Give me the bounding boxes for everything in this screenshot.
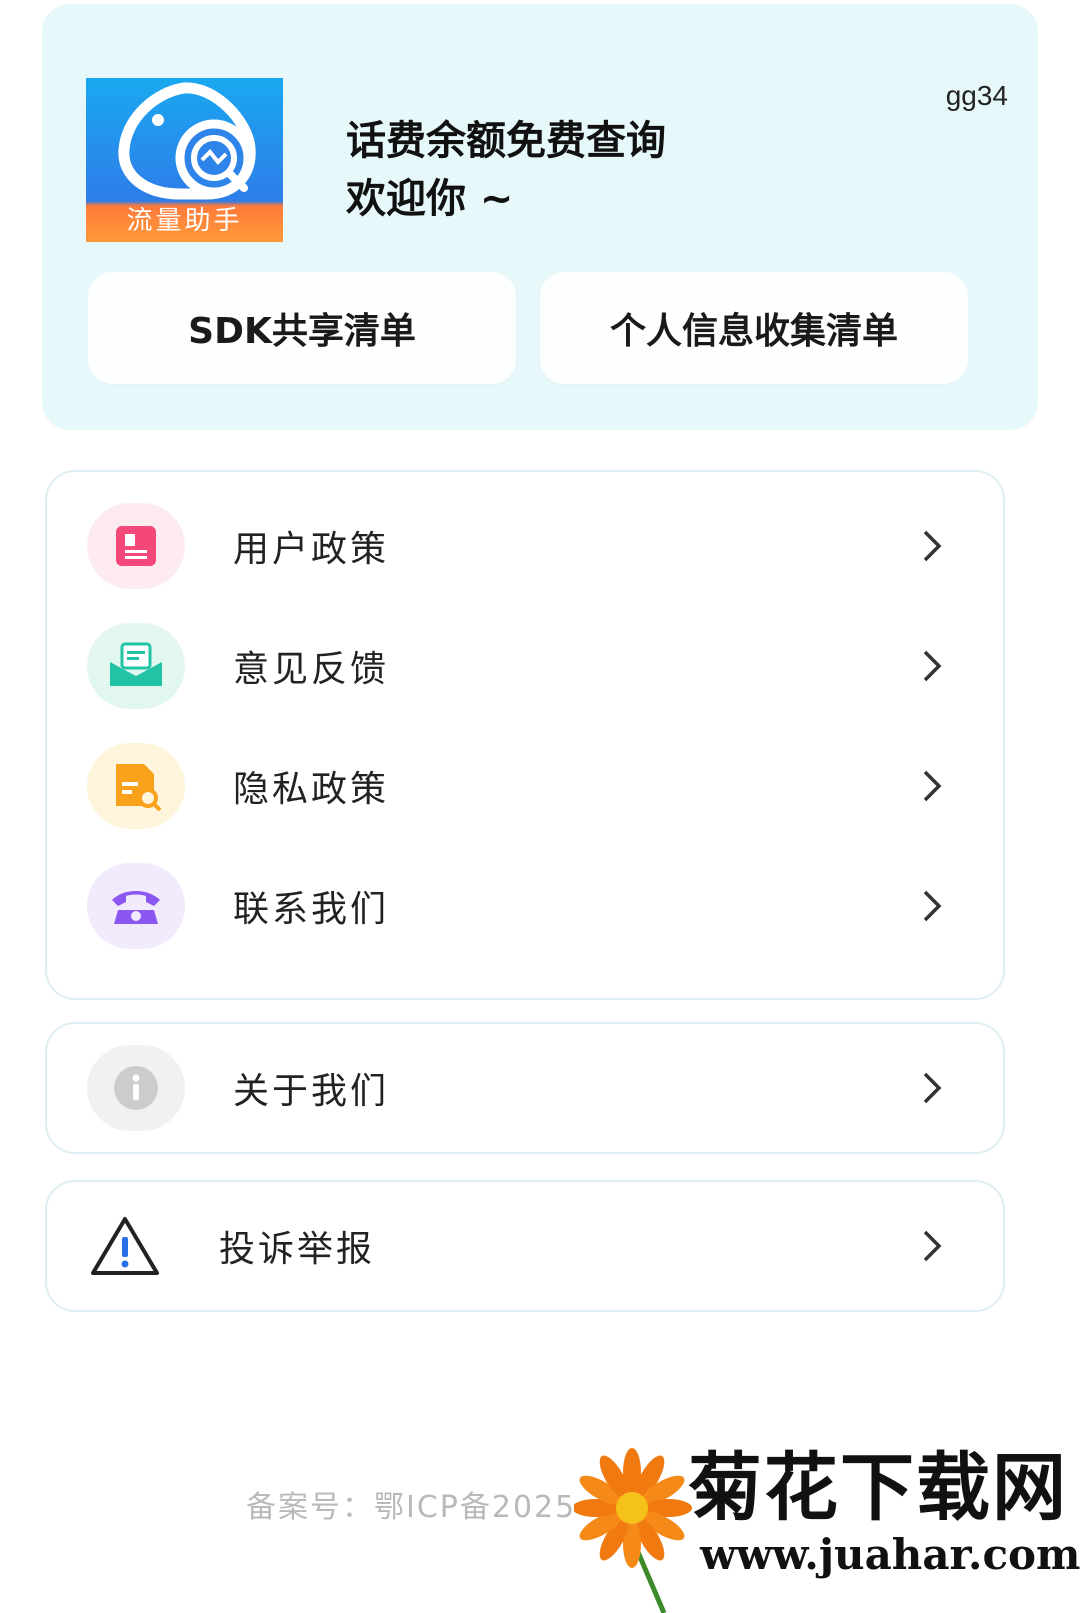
personal-info-list-button[interactable]: 个人信息收集清单 — [540, 272, 968, 384]
report-card[interactable]: 投诉举报 — [45, 1180, 1005, 1312]
user-policy-icon — [87, 503, 185, 589]
logo-text: 流量助手 — [126, 206, 243, 236]
menu-item-report[interactable]: 投诉举报 — [47, 1194, 1003, 1298]
chevron-right-icon — [923, 1072, 942, 1104]
chevron-right-icon — [923, 890, 942, 922]
menu-item-about[interactable]: 关于我们 — [47, 1036, 1003, 1140]
menu-item-user-policy[interactable]: 用户政策 — [47, 494, 1003, 598]
profile-page: 流量助手 gg34 话费余额免费查询 欢迎你 ~ SDK共享清单 个人信息收集清… — [0, 0, 1080, 1613]
menu-card: 用户政策 意见反馈 隐私政策 联系我们 — [45, 470, 1005, 1000]
page-title: 话费余额免费查询 — [346, 118, 666, 164]
chevron-right-icon — [923, 770, 942, 802]
watermark-title: 菊花下载网 — [688, 1445, 1068, 1531]
menu-item-privacy-policy[interactable]: 隐私政策 — [47, 734, 1003, 838]
sdk-list-button[interactable]: SDK共享清单 — [88, 272, 516, 384]
menu-item-feedback[interactable]: 意见反馈 — [47, 614, 1003, 718]
chevron-right-icon — [923, 530, 942, 562]
menu-item-label: 用户政策 — [233, 529, 390, 570]
phone-icon — [87, 863, 185, 949]
chevron-right-icon — [923, 1230, 942, 1262]
warning-icon — [91, 1217, 159, 1275]
menu-item-label: 关于我们 — [233, 1071, 390, 1112]
user-id: gg34 — [945, 80, 1008, 111]
menu-item-label: 隐私政策 — [233, 769, 390, 810]
about-card[interactable]: 关于我们 — [45, 1022, 1005, 1154]
chevron-right-icon — [923, 650, 942, 682]
flower-watermark-icon — [574, 1448, 692, 1613]
feedback-icon — [87, 623, 185, 709]
menu-item-label: 意见反馈 — [233, 649, 390, 690]
menu-item-contact-us[interactable]: 联系我们 — [47, 854, 1003, 958]
watermark-url: www.juahar.com — [700, 1530, 1080, 1579]
icp-record: 备案号：鄂ICP备2025 — [246, 1490, 577, 1525]
header-card: 流量助手 gg34 话费余额免费查询 欢迎你 ~ SDK共享清单 个人信息收集清… — [42, 4, 1038, 430]
menu-item-label: 投诉举报 — [219, 1229, 376, 1270]
info-icon — [87, 1045, 185, 1131]
menu-item-label: 联系我们 — [233, 889, 390, 930]
app-logo: 流量助手 — [86, 78, 283, 242]
privacy-policy-icon — [87, 743, 185, 829]
water-drop-search-icon — [118, 82, 256, 200]
welcome-text: 欢迎你 ~ — [346, 176, 514, 222]
